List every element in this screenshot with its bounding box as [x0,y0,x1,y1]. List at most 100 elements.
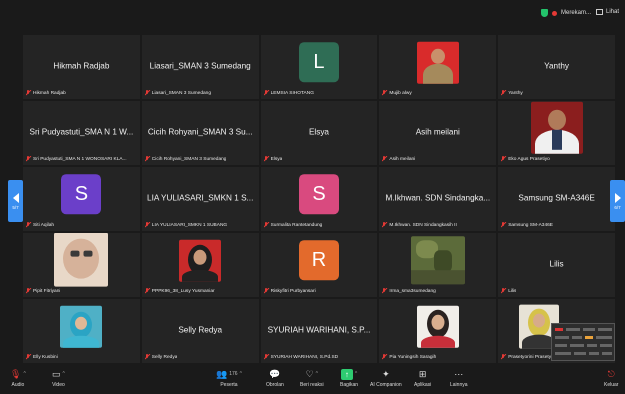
label-text: Eko Agus Prasetiyo [508,156,550,162]
gallery-grid: Hikmah Radjab Hikmah Radjab Liasari_SMAN… [22,34,616,364]
participant-tile[interactable]: PPPK96_38_Lusy Yusmaniar [140,232,260,298]
label-text: Cicih Rohyani_SMAN 3 Sumedang [151,156,227,162]
participants-button[interactable]: 👥 176 ^ Peserta [216,368,242,389]
share-screen-icon: ↑ [340,368,353,380]
label-text: Mujib alwy [389,90,412,96]
more-button[interactable]: ⋯ Lainnya [450,368,468,389]
participant-name: Hikmah Radjab [53,61,110,71]
participant-tile[interactable]: S Surmalita Rantetandung [259,166,379,232]
participant-name: Asih meilani [415,127,460,137]
next-page-button[interactable]: 6/7 [610,180,625,222]
muted-mic-icon [26,222,30,228]
chat-button[interactable]: 💬 Obrolan [266,368,284,389]
participant-tile[interactable]: Mujib alwy [378,34,498,100]
muted-mic-icon [501,288,505,294]
chevron-up-icon[interactable]: ^ [240,371,242,377]
participant-label: Irma_sma3sumedang [382,288,436,294]
chevron-up-icon[interactable]: ^ [63,371,65,377]
participant-tile[interactable]: L LEMSIA SIHOTANG [259,34,379,100]
leave-label: Keluar [604,382,619,388]
muted-mic-icon [145,354,149,360]
meeting-toolbar: 🎙 ^ Audio ▭ ^ Video 👥 176 ^ Peserta 💬 Obrola… [0,364,625,394]
avatar: S [298,174,339,215]
muted-mic-icon [264,156,268,162]
label-text: Elly Kusbini [33,354,58,360]
apps-button[interactable]: ⊞ Aplikasi [414,368,431,389]
participant-name: Samsung SM-A346E [518,193,595,203]
muted-mic-icon [145,288,149,294]
participant-tile[interactable]: Cicih Rohyani_SMAN 3 Su... Cicih Rohyani… [140,100,260,166]
profile-photo [60,305,103,348]
muted-mic-icon [382,288,386,294]
label-text: Hikmah Radjab [33,90,66,96]
label-text: Samsung SM-A346E [508,222,553,228]
participant-tile[interactable]: Irma_sma3sumedang [378,232,498,298]
ai-companion-button[interactable]: ✦ AI Companion [370,368,402,389]
recording-text: Merekam... [560,10,591,16]
participant-tile[interactable]: Asih meilani Asih meilani [378,100,498,166]
previous-page-button[interactable]: 5/7 [8,180,23,222]
leave-button[interactable]: ⎋ Keluar [604,368,619,389]
participant-label: Mujib alwy [382,90,412,96]
participants-label: Peserta [220,382,238,388]
participant-tile[interactable]: Pia Yuningsih Saragih [378,298,498,364]
participant-tile[interactable]: Yanthy Yanthy [497,34,616,100]
avatar: L [298,42,339,83]
muted-mic-icon [26,288,30,294]
participant-tile[interactable]: Elsya Elsya [259,100,379,166]
profile-photo [416,305,459,348]
react-button[interactable]: ♡ ^ Beri reaksi [300,368,324,389]
participant-label: Lilis [501,288,516,294]
participant-tile[interactable]: Selly Redya Selly Redya [140,298,260,364]
label-text: Siti Aqilah [33,222,55,228]
participant-tile[interactable]: SYURIAH WARIHANI, S.P... SYURIAH WARIHAN… [259,298,379,364]
participant-label: LIA YULIASARI_SMKN 1 SUBANG [145,222,227,228]
view-button[interactable]: Lihat [595,9,619,15]
audio-button[interactable]: 🎙 ^ Audio [10,368,26,389]
participant-name: M.Ikhwan. SDN Sindangka... [385,193,491,203]
participants-icon: 👥 [216,368,228,379]
recording-indicator[interactable]: Merekam... [540,9,591,17]
participant-label: M.Ikhwan. SDN Sindangkasih II [382,222,457,228]
share-button[interactable]: ↑ ^ Bagikan [340,368,358,388]
label-text: Lilis [508,288,517,294]
participant-tile[interactable]: Pipit Fitriyani [22,232,141,298]
muted-mic-icon [264,288,268,294]
participant-tile[interactable]: Samsung SM-A346E Samsung SM-A346E [497,166,616,232]
chevron-up-icon[interactable]: ^ [23,371,25,377]
muted-mic-icon [382,354,386,360]
participant-name: Cicih Rohyani_SMAN 3 Su... [147,127,253,137]
participant-tile[interactable]: Prasetyorini Prasetyo [497,298,616,364]
muted-mic-icon [145,90,149,96]
participant-label: Liasari_SMAN 3 Sumedang [145,90,211,96]
share-label: Bagikan [340,382,359,388]
participant-label: Pia Yuningsih Saragih [382,354,436,360]
page-indicator: 5/7 [12,204,19,210]
label-text: Irma_sma3sumedang [389,288,436,294]
chevron-up-icon[interactable]: ^ [316,371,318,377]
label-text: Surmalita Rantetandung [270,222,323,228]
participant-tile[interactable]: M.Ikhwan. SDN Sindangka... M.Ikhwan. SDN… [378,166,498,232]
participant-tile[interactable]: Sri Pudyastuti_SMA N 1 W... Sri Pudyastu… [22,100,141,166]
avatar: R [298,240,339,281]
heart-icon: ♡ [305,368,314,379]
participant-tile[interactable]: Liasari_SMAN 3 Sumedang Liasari_SMAN 3 S… [140,34,260,100]
leave-icon: ⎋ [607,368,615,379]
muted-mic-icon [501,156,505,162]
participant-tile[interactable]: Hikmah Radjab Hikmah Radjab [22,34,141,100]
self-view-thumbnail[interactable] [551,323,615,361]
label-text: LEMSIA SIHOTANG [270,90,314,96]
profile-photo [54,233,109,287]
participant-tile[interactable]: Eko Agus Prasetiyo [497,100,616,166]
chevron-up-icon[interactable]: ^ [355,371,357,377]
participant-tile[interactable]: LIA YULIASARI_SMKN 1 S... LIA YULIASARI_… [140,166,260,232]
participant-tile[interactable]: R Riskyfitri Purbyansari [259,232,379,298]
participant-tile[interactable]: Elly Kusbini [22,298,141,364]
mic-muted-icon: 🎙 [10,368,22,379]
participant-tile[interactable]: Lilis Lilis [497,232,616,298]
page-indicator: 6/7 [614,204,621,210]
more-icon: ⋯ [454,368,464,379]
participant-tile[interactable]: S Siti Aqilah [22,166,141,232]
recording-dot-icon [551,10,557,16]
video-button[interactable]: ▭ ^ Video [52,368,65,389]
